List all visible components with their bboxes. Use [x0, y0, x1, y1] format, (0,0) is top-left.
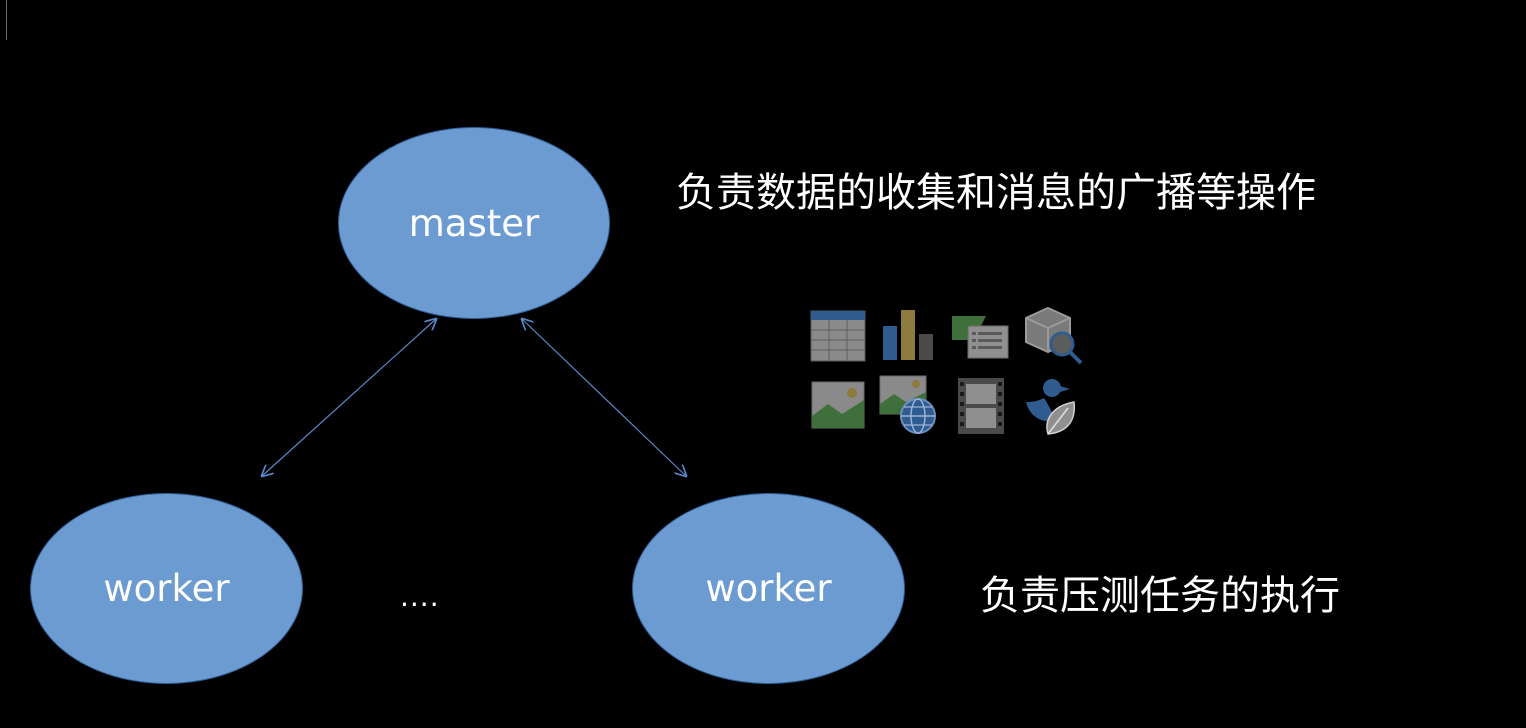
worker-node-left: worker: [30, 493, 303, 684]
data-type-icons: [806, 302, 1096, 442]
web-picture-icon: [878, 374, 940, 436]
worker-node-label: worker: [705, 567, 832, 610]
connector-master-worker-right: [522, 319, 686, 476]
more-workers-ellipsis: ....: [400, 580, 440, 613]
master-node-label: master: [408, 201, 540, 245]
worker-caption: 负责压测任务的执行: [980, 573, 1340, 619]
flag-list-icon: [950, 306, 1012, 368]
duck-leaf-icon: [1022, 374, 1084, 436]
bar-chart-icon: [878, 306, 940, 368]
master-node: master: [338, 127, 610, 319]
film-icon: [950, 376, 1012, 438]
cube-search-icon: [1022, 304, 1084, 366]
table-icon: [808, 306, 870, 368]
worker-node-label: worker: [103, 567, 230, 610]
worker-node-right: worker: [632, 493, 905, 684]
master-caption: 负责数据的收集和消息的广播等操作: [676, 170, 1316, 216]
picture-icon: [808, 376, 870, 438]
connector-master-worker-left: [262, 319, 436, 476]
